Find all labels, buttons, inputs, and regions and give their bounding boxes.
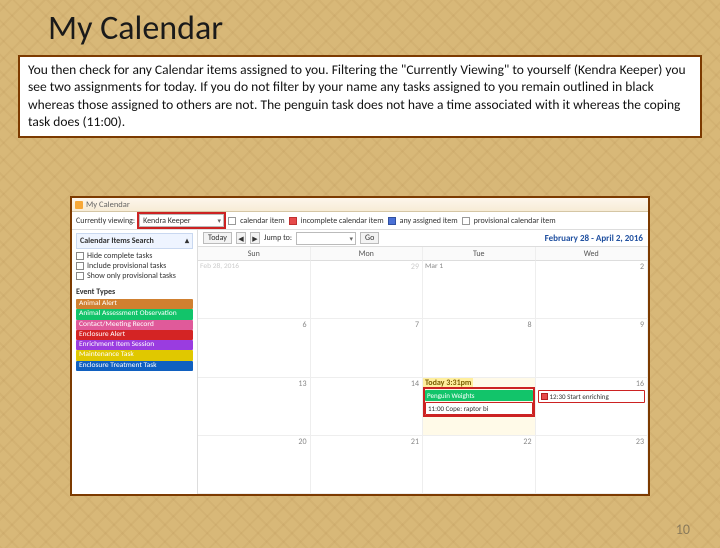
sidebar-header[interactable]: Calendar Items Search ▴ [76, 233, 193, 249]
checkbox-icon[interactable] [76, 252, 84, 260]
sidebar-checkbox-row[interactable]: Hide complete tasks [76, 251, 193, 261]
page-title: My Calendar [48, 8, 720, 49]
date-number: 14 [411, 379, 419, 389]
window-titlebar: My Calendar [72, 198, 648, 212]
calendar-cell[interactable]: 13 [198, 378, 311, 436]
event-type-tag[interactable]: Maintenance Task [76, 350, 193, 360]
date-number: 9 [640, 320, 644, 330]
date-number: 16 [636, 379, 644, 389]
calendar-grid: SunMonTueWed Feb 28, 2016 29 Mar 1 2 6 7 8 9 13 14… [198, 247, 648, 494]
legend-label: incomplete calendar item [301, 216, 384, 226]
collapse-icon: ▴ [185, 236, 189, 246]
jump-to-label: Jump to: [264, 233, 292, 243]
checkbox-label: Include provisional tasks [87, 261, 166, 271]
jump-to-select[interactable] [296, 232, 356, 245]
calendar-cell[interactable]: 9 [536, 319, 649, 377]
checkbox-icon[interactable] [76, 272, 84, 280]
date-number: 2 [640, 262, 644, 272]
prev-button[interactable]: ◀ [236, 232, 246, 244]
go-button[interactable]: Go [360, 232, 379, 244]
date-number: 29 [411, 262, 419, 272]
day-header: Tue [423, 247, 536, 261]
event-type-tag[interactable]: Enclosure Treatment Task [76, 361, 193, 371]
day-header: Mon [311, 247, 424, 261]
description-box: You then check for any Calendar items as… [18, 55, 702, 138]
currently-viewing-select[interactable]: Kendra Keeper [139, 214, 224, 227]
calendar-cell[interactable]: 22 [423, 436, 536, 494]
calendar-cell[interactable]: Today 3:31pm Penguin Weights11:00 Cope: r… [423, 378, 536, 436]
event-type-tag[interactable]: Enrichment Item Session [76, 340, 193, 350]
sidebar: Calendar Items Search ▴ Hide complete ta… [72, 230, 198, 494]
calendar-area: Today ◀ ▶ Jump to: Go February 28 - Apri… [198, 230, 648, 494]
calendar-cell[interactable]: 8 [423, 319, 536, 377]
checkbox-label: Show only provisional tasks [87, 271, 176, 281]
date-label: Feb 28, 2016 [200, 262, 239, 271]
calendar-cell[interactable]: 6 [198, 319, 311, 377]
calendar-cell[interactable]: 20 [198, 436, 311, 494]
calendar-cell[interactable]: 2 [536, 261, 649, 319]
calendar-cell[interactable]: Mar 1 [423, 261, 536, 319]
event-types-header: Event Types [76, 287, 193, 297]
checkbox-label: Hide complete tasks [87, 251, 152, 261]
legend-swatch-incomplete [289, 217, 297, 225]
calendar-task[interactable]: Penguin Weights [425, 390, 533, 401]
today-button[interactable]: Today [203, 232, 232, 244]
currently-viewing-label: Currently viewing: [76, 216, 135, 226]
date-label: Mar 1 [425, 262, 443, 271]
date-number: 21 [411, 437, 419, 447]
legend-label: calendar item [240, 216, 285, 226]
next-button[interactable]: ▶ [250, 232, 260, 244]
sidebar-checkbox-row[interactable]: Include provisional tasks [76, 261, 193, 271]
event-type-tag[interactable]: Enclosure Alert [76, 330, 193, 340]
legend-label: provisional calendar item [474, 216, 556, 226]
legend-label: any assigned item [400, 216, 458, 226]
checkbox-icon[interactable] [76, 262, 84, 270]
date-number: 13 [298, 379, 306, 389]
date-number: 7 [415, 320, 419, 330]
sidebar-header-label: Calendar Items Search [80, 236, 154, 246]
calendar-controls: Today ◀ ▶ Jump to: Go February 28 - Apri… [198, 230, 648, 247]
legend-swatch-provisional [462, 217, 470, 225]
day-header: Sun [198, 247, 311, 261]
date-number: 6 [302, 320, 306, 330]
window-title: My Calendar [86, 200, 130, 210]
page-number: 10 [676, 521, 690, 538]
date-number: 22 [523, 437, 531, 447]
today-label: Today 3:31pm [423, 378, 473, 388]
legend-swatch-calendar-item [228, 217, 236, 225]
calendar-cell[interactable]: 1612:30 Start enriching [536, 378, 649, 436]
calendar-icon [75, 201, 83, 209]
day-header: Wed [536, 247, 649, 261]
date-range: February 28 - April 2, 2016 [545, 233, 643, 244]
calendar-cell[interactable]: Feb 28, 2016 [198, 261, 311, 319]
event-type-tag[interactable]: Contact/Meeting Record [76, 320, 193, 330]
sidebar-checkbox-row[interactable]: Show only provisional tasks [76, 271, 193, 281]
date-number: 20 [298, 437, 306, 447]
filter-toolbar: Currently viewing: Kendra Keeper calenda… [72, 212, 648, 230]
calendar-cell[interactable]: 23 [536, 436, 649, 494]
calendar-cell[interactable]: 14 [311, 378, 424, 436]
event-type-tag[interactable]: Animal Assessment Observation [76, 309, 193, 319]
calendar-task[interactable]: 11:00 Cope: raptor bi [425, 402, 533, 415]
calendar-cell[interactable]: 29 [311, 261, 424, 319]
calendar-cell[interactable]: 21 [311, 436, 424, 494]
date-number: 8 [527, 320, 531, 330]
calendar-cell[interactable]: 7 [311, 319, 424, 377]
legend-swatch-assigned [388, 217, 396, 225]
calendar-task[interactable]: 12:30 Start enriching [538, 390, 646, 403]
date-number: 23 [636, 437, 644, 447]
event-type-tag[interactable]: Animal Alert [76, 299, 193, 309]
calendar-app-window: My Calendar Currently viewing: Kendra Ke… [70, 196, 650, 496]
